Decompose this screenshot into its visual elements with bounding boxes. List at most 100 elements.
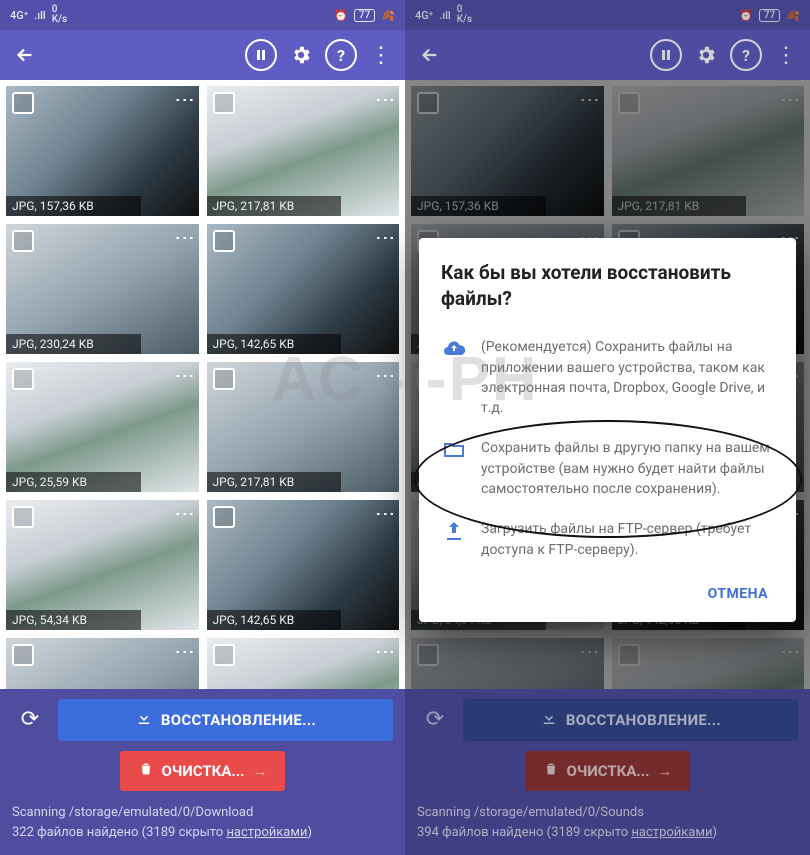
dialog-option-folder[interactable]: Сохранить файлы в другую папку на вашем … xyxy=(441,428,774,509)
folder-icon xyxy=(441,438,467,499)
download-icon xyxy=(540,709,558,731)
tile-more-icon[interactable]: ⋮ xyxy=(179,504,193,522)
phone-right: 4G⁺ .ıll 0 K/s ⏰ 77 🍂 ? ⋮ ⋮ JPG, 157,36 K… xyxy=(405,0,810,855)
tile-label: JPG, 142,65 KB xyxy=(207,334,342,354)
pause-button[interactable] xyxy=(650,39,682,71)
clean-button[interactable]: ОЧИСТКА... → xyxy=(525,751,691,791)
thumbnail-tile[interactable]: ⋮JPG, 25,59 KB xyxy=(207,638,400,689)
settings-link[interactable]: настройками xyxy=(226,825,307,840)
bottom-bar: ⟳ ВОССТАНОВЛЕНИЕ... ОЧИСТКА... → xyxy=(405,689,810,801)
checkbox[interactable] xyxy=(417,644,439,666)
tile-more-icon[interactable]: ⋮ xyxy=(784,642,798,660)
checkbox[interactable] xyxy=(12,230,34,252)
thumbnail-tile[interactable]: ⋮ JPG, 230,24 KB xyxy=(6,224,199,354)
checkbox[interactable] xyxy=(213,230,235,252)
recover-button[interactable]: ВОССТАНОВЛЕНИЕ... xyxy=(58,699,393,741)
tile-label: JPG, 25,59 KB xyxy=(6,472,141,492)
thumbnail-tile[interactable]: ⋮JPG, 25,59 KB xyxy=(612,638,805,689)
phone-left: 4G⁺ .ıll 0 K/s ⏰ 77 🍂 ? ⋮ ⋮ xyxy=(0,0,405,855)
tile-label: JPG, 54,34 KB xyxy=(6,610,141,630)
clean-label: ОЧИСТКА... xyxy=(162,762,245,780)
thumbnail-tile[interactable]: ⋮ JPG, 217,81 KB xyxy=(207,362,400,492)
scan-footer: Scanning /storage/emulated/0/Download 32… xyxy=(0,801,405,855)
more-button[interactable]: ⋮ xyxy=(365,39,397,71)
dialog-option-cloud[interactable]: (Рекомендуется) Сохранить файлы на прило… xyxy=(441,327,774,428)
dialog-title: Как бы вы хотели восстановить файлы? xyxy=(441,260,774,311)
tile-label: JPG, 217,81 KB xyxy=(612,196,747,216)
restore-dialog: Как бы вы хотели восстановить файлы? (Ре… xyxy=(419,238,796,622)
alarm-icon: ⏰ xyxy=(334,9,348,22)
tile-label: JPG, 230,24 KB xyxy=(6,334,141,354)
upload-icon xyxy=(441,519,467,560)
trash-icon xyxy=(138,761,154,781)
tile-more-icon[interactable]: ⋮ xyxy=(179,642,193,660)
leaf-icon: 🍂 xyxy=(381,9,395,22)
tile-more-icon[interactable]: ⋮ xyxy=(584,90,598,108)
tile-more-icon[interactable]: ⋮ xyxy=(379,642,393,660)
thumbnail-tile[interactable]: ⋮ JPG, 142,65 KB xyxy=(207,500,400,630)
back-button[interactable] xyxy=(413,38,447,72)
signal-icon: .ıll xyxy=(34,9,46,22)
thumbnail-tile[interactable]: ⋮ JPG, 157,36 KB xyxy=(411,86,604,216)
checkbox[interactable] xyxy=(213,368,235,390)
pause-button[interactable] xyxy=(245,39,277,71)
app-bar: ? ⋮ xyxy=(405,30,810,80)
checkbox[interactable] xyxy=(12,92,34,114)
speed-unit: K/s xyxy=(52,15,67,25)
dialog-cancel-button[interactable]: ОТМЕНА xyxy=(702,578,774,610)
thumbnail-tile[interactable]: ⋮JPG, 21,66 KB xyxy=(411,638,604,689)
arrow-right-icon: → xyxy=(252,762,267,780)
checkbox[interactable] xyxy=(12,644,34,666)
tile-more-icon[interactable]: ⋮ xyxy=(179,90,193,108)
checkbox[interactable] xyxy=(12,506,34,528)
tile-label: JPG, 157,36 KB xyxy=(411,196,546,216)
back-button[interactable] xyxy=(8,38,42,72)
tile-more-icon[interactable]: ⋮ xyxy=(179,228,193,246)
status-bar: 4G⁺ .ıll 0 K/s ⏰ 77 🍂 xyxy=(405,0,810,30)
app-bar: ? ⋮ xyxy=(0,30,405,80)
tile-more-icon[interactable]: ⋮ xyxy=(379,90,393,108)
tile-more-icon[interactable]: ⋮ xyxy=(784,90,798,108)
battery-pct: 77 xyxy=(354,9,375,22)
refresh-button[interactable]: ⟳ xyxy=(12,702,48,738)
more-button[interactable]: ⋮ xyxy=(770,39,802,71)
checkbox[interactable] xyxy=(12,368,34,390)
download-icon xyxy=(135,709,153,731)
scan-count: 322 файлов найдено (3189 скрыто xyxy=(12,825,226,840)
settings-button[interactable] xyxy=(285,39,317,71)
thumbnail-tile[interactable]: ⋮ JPG, 217,81 KB xyxy=(207,86,400,216)
checkbox[interactable] xyxy=(213,92,235,114)
checkbox[interactable] xyxy=(213,506,235,528)
dialog-option-ftp[interactable]: Загрузить файлы на FTP-сервер (требует д… xyxy=(441,509,774,570)
clean-button[interactable]: ОЧИСТКА... → xyxy=(120,751,286,791)
net-type: 4G⁺ xyxy=(10,9,28,22)
thumbnail-tile[interactable]: ⋮ JPG, 142,65 KB xyxy=(207,224,400,354)
tile-more-icon[interactable]: ⋮ xyxy=(379,504,393,522)
thumbnail-tile[interactable]: ⋮ JPG, 54,34 KB xyxy=(6,500,199,630)
thumbnail-tile[interactable]: ⋮ JPG, 25,59 KB xyxy=(6,362,199,492)
thumbnail-tile[interactable]: ⋮ JPG, 217,81 KB xyxy=(612,86,805,216)
tile-more-icon[interactable]: ⋮ xyxy=(179,366,193,384)
settings-button[interactable] xyxy=(690,39,722,71)
tile-more-icon[interactable]: ⋮ xyxy=(584,642,598,660)
checkbox[interactable] xyxy=(618,92,640,114)
help-button[interactable]: ? xyxy=(730,39,762,71)
scan-path: Scanning /storage/emulated/0/Download xyxy=(12,803,393,823)
cloud-upload-icon xyxy=(441,337,467,418)
settings-link[interactable]: настройками xyxy=(631,825,712,840)
refresh-button[interactable]: ⟳ xyxy=(417,702,453,738)
checkbox[interactable] xyxy=(417,92,439,114)
tile-more-icon[interactable]: ⋮ xyxy=(379,366,393,384)
thumbnail-tile[interactable]: ⋮JPG, 21,66 KB xyxy=(6,638,199,689)
checkbox[interactable] xyxy=(618,644,640,666)
recover-button[interactable]: ВОССТАНОВЛЕНИЕ... xyxy=(463,699,798,741)
checkbox[interactable] xyxy=(213,644,235,666)
tile-label: JPG, 142,65 KB xyxy=(207,610,342,630)
trash-icon xyxy=(543,761,559,781)
tile-label: JPG, 217,81 KB xyxy=(207,472,342,492)
tile-more-icon[interactable]: ⋮ xyxy=(379,228,393,246)
tile-label: JPG, 157,36 KB xyxy=(6,196,141,216)
thumbnail-tile[interactable]: ⋮ JPG, 157,36 KB xyxy=(6,86,199,216)
help-button[interactable]: ? xyxy=(325,39,357,71)
tile-label: JPG, 217,81 KB xyxy=(207,196,342,216)
